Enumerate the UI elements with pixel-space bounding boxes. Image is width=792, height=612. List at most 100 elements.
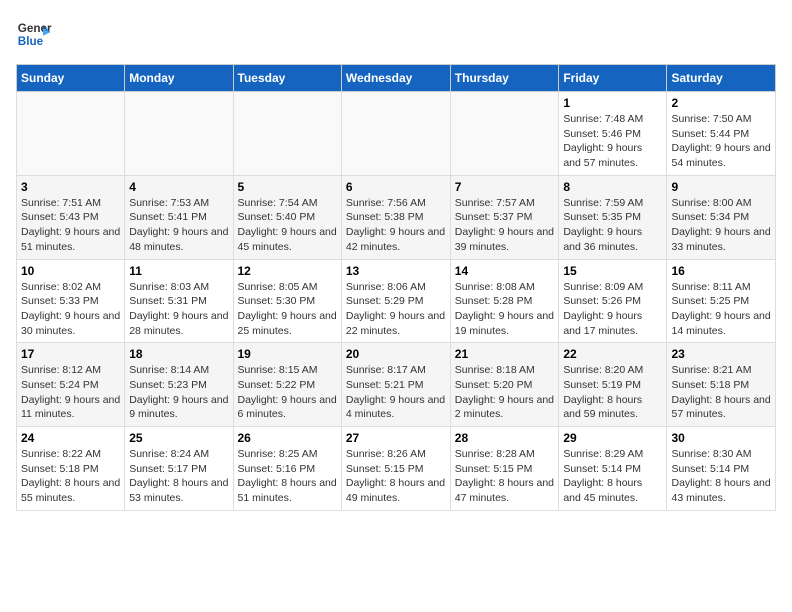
col-header-sunday: Sunday [17, 65, 125, 92]
day-number: 25 [129, 431, 228, 445]
day-number: 29 [563, 431, 662, 445]
calendar-cell: 13 Sunrise: 8:06 AMSunset: 5:29 PMDayligh… [341, 259, 450, 343]
calendar-cell: 7 Sunrise: 7:57 AMSunset: 5:37 PMDaylight… [450, 175, 559, 259]
calendar-cell: 2 Sunrise: 7:50 AMSunset: 5:44 PMDaylight… [667, 92, 776, 176]
day-number: 11 [129, 264, 228, 278]
day-number: 13 [346, 264, 446, 278]
day-info: Sunrise: 7:57 AMSunset: 5:37 PMDaylight:… [455, 196, 555, 255]
calendar-cell [450, 92, 559, 176]
calendar-cell: 19Sunrise: 8:15 AMSunset: 5:22 PMDayligh… [233, 343, 341, 427]
calendar-cell [341, 92, 450, 176]
day-number: 1 [563, 96, 662, 110]
day-info: Sunrise: 7:50 AMSunset: 5:44 PMDaylight:… [671, 112, 771, 171]
day-number: 3 [21, 180, 120, 194]
day-number: 18 [129, 347, 228, 361]
day-info: Sunrise: 7:54 AMSunset: 5:40 PMDaylight:… [238, 196, 337, 255]
day-info: Sunrise: 8:14 AMSunset: 5:23 PMDaylight:… [129, 363, 228, 422]
calendar-cell: 6 Sunrise: 7:56 AMSunset: 5:38 PMDaylight… [341, 175, 450, 259]
week-row-5: 24 Sunrise: 8:22 AMSunset: 5:18 PMDayligh… [17, 427, 776, 511]
day-number: 7 [455, 180, 555, 194]
calendar-table: SundayMondayTuesdayWednesdayThursdayFrid… [16, 64, 776, 511]
day-number: 21 [455, 347, 555, 361]
day-number: 5 [238, 180, 337, 194]
calendar-cell: 1 Sunrise: 7:48 AMSunset: 5:46 PMDaylight… [559, 92, 667, 176]
calendar-cell: 25 Sunrise: 8:24 AMSunset: 5:17 PMDayligh… [125, 427, 233, 511]
day-info: Sunrise: 7:48 AMSunset: 5:46 PMDaylight:… [563, 112, 662, 171]
col-header-friday: Friday [559, 65, 667, 92]
day-info: Sunrise: 8:22 AMSunset: 5:18 PMDaylight:… [21, 447, 120, 506]
day-number: 12 [238, 264, 337, 278]
day-info: Sunrise: 8:06 AMSunset: 5:29 PMDaylight:… [346, 280, 446, 339]
calendar-cell: 3 Sunrise: 7:51 AMSunset: 5:43 PMDaylight… [17, 175, 125, 259]
day-info: Sunrise: 7:59 AMSunset: 5:35 PMDaylight:… [563, 196, 662, 255]
day-info: Sunrise: 8:17 AMSunset: 5:21 PMDaylight:… [346, 363, 446, 422]
day-info: Sunrise: 8:11 AMSunset: 5:25 PMDaylight:… [671, 280, 771, 339]
day-number: 14 [455, 264, 555, 278]
day-number: 20 [346, 347, 446, 361]
day-number: 23 [671, 347, 771, 361]
calendar-cell: 18 Sunrise: 8:14 AMSunset: 5:23 PMDayligh… [125, 343, 233, 427]
day-info: Sunrise: 8:02 AMSunset: 5:33 PMDaylight:… [21, 280, 120, 339]
day-info: Sunrise: 8:05 AMSunset: 5:30 PMDaylight:… [238, 280, 337, 339]
day-number: 17 [21, 347, 120, 361]
calendar-cell: 20 Sunrise: 8:17 AMSunset: 5:21 PMDayligh… [341, 343, 450, 427]
day-number: 2 [671, 96, 771, 110]
day-info: Sunrise: 8:03 AMSunset: 5:31 PMDaylight:… [129, 280, 228, 339]
calendar-cell: 11 Sunrise: 8:03 AMSunset: 5:31 PMDayligh… [125, 259, 233, 343]
week-row-1: 1 Sunrise: 7:48 AMSunset: 5:46 PMDaylight… [17, 92, 776, 176]
calendar-cell: 27 Sunrise: 8:26 AMSunset: 5:15 PMDayligh… [341, 427, 450, 511]
page-header: General Blue [16, 16, 776, 52]
day-info: Sunrise: 8:08 AMSunset: 5:28 PMDaylight:… [455, 280, 555, 339]
day-info: Sunrise: 8:09 AMSunset: 5:26 PMDaylight:… [563, 280, 662, 339]
calendar-cell [125, 92, 233, 176]
day-info: Sunrise: 8:24 AMSunset: 5:17 PMDaylight:… [129, 447, 228, 506]
calendar-cell: 5 Sunrise: 7:54 AMSunset: 5:40 PMDaylight… [233, 175, 341, 259]
day-info: Sunrise: 8:29 AMSunset: 5:14 PMDaylight:… [563, 447, 662, 506]
calendar-cell: 4 Sunrise: 7:53 AMSunset: 5:41 PMDaylight… [125, 175, 233, 259]
calendar-cell: 12 Sunrise: 8:05 AMSunset: 5:30 PMDayligh… [233, 259, 341, 343]
calendar-cell: 14 Sunrise: 8:08 AMSunset: 5:28 PMDayligh… [450, 259, 559, 343]
day-number: 4 [129, 180, 228, 194]
day-number: 8 [563, 180, 662, 194]
calendar-cell: 26 Sunrise: 8:25 AMSunset: 5:16 PMDayligh… [233, 427, 341, 511]
calendar-cell: 28 Sunrise: 8:28 AMSunset: 5:15 PMDayligh… [450, 427, 559, 511]
calendar-cell: 21 Sunrise: 8:18 AMSunset: 5:20 PMDayligh… [450, 343, 559, 427]
calendar-cell: 15Sunrise: 8:09 AMSunset: 5:26 PMDayligh… [559, 259, 667, 343]
calendar-cell: 29 Sunrise: 8:29 AMSunset: 5:14 PMDayligh… [559, 427, 667, 511]
day-number: 16 [671, 264, 771, 278]
calendar-cell: 16 Sunrise: 8:11 AMSunset: 5:25 PMDayligh… [667, 259, 776, 343]
day-info: Sunrise: 8:25 AMSunset: 5:16 PMDaylight:… [238, 447, 337, 506]
day-info: Sunrise: 8:20 AMSunset: 5:19 PMDaylight:… [563, 363, 662, 422]
day-info: Sunrise: 7:51 AMSunset: 5:43 PMDaylight:… [21, 196, 120, 255]
week-row-3: 10 Sunrise: 8:02 AMSunset: 5:33 PMDayligh… [17, 259, 776, 343]
calendar-cell: 30 Sunrise: 8:30 AMSunset: 5:14 PMDayligh… [667, 427, 776, 511]
calendar-cell: 8 Sunrise: 7:59 AMSunset: 5:35 PMDaylight… [559, 175, 667, 259]
day-info: Sunrise: 7:53 AMSunset: 5:41 PMDaylight:… [129, 196, 228, 255]
day-number: 9 [671, 180, 771, 194]
col-header-saturday: Saturday [667, 65, 776, 92]
svg-text:Blue: Blue [18, 35, 44, 48]
day-number: 22 [563, 347, 662, 361]
day-number: 10 [21, 264, 120, 278]
day-number: 27 [346, 431, 446, 445]
day-number: 30 [671, 431, 771, 445]
day-number: 26 [238, 431, 337, 445]
calendar-cell [233, 92, 341, 176]
calendar-cell: 17 Sunrise: 8:12 AMSunset: 5:24 PMDayligh… [17, 343, 125, 427]
day-number: 24 [21, 431, 120, 445]
col-header-thursday: Thursday [450, 65, 559, 92]
logo-icon: General Blue [16, 16, 52, 52]
logo: General Blue [16, 16, 52, 52]
calendar-cell: 9Sunrise: 8:00 AMSunset: 5:34 PMDaylight… [667, 175, 776, 259]
day-info: Sunrise: 8:28 AMSunset: 5:15 PMDaylight:… [455, 447, 555, 506]
day-number: 28 [455, 431, 555, 445]
day-info: Sunrise: 8:30 AMSunset: 5:14 PMDaylight:… [671, 447, 771, 506]
day-info: Sunrise: 7:56 AMSunset: 5:38 PMDaylight:… [346, 196, 446, 255]
day-info: Sunrise: 8:18 AMSunset: 5:20 PMDaylight:… [455, 363, 555, 422]
calendar-cell: 23 Sunrise: 8:21 AMSunset: 5:18 PMDayligh… [667, 343, 776, 427]
day-info: Sunrise: 8:12 AMSunset: 5:24 PMDaylight:… [21, 363, 120, 422]
day-info: Sunrise: 8:21 AMSunset: 5:18 PMDaylight:… [671, 363, 771, 422]
day-number: 6 [346, 180, 446, 194]
day-info: Sunrise: 8:26 AMSunset: 5:15 PMDaylight:… [346, 447, 446, 506]
day-info: Sunrise: 8:15 AMSunset: 5:22 PMDaylight:… [238, 363, 337, 422]
